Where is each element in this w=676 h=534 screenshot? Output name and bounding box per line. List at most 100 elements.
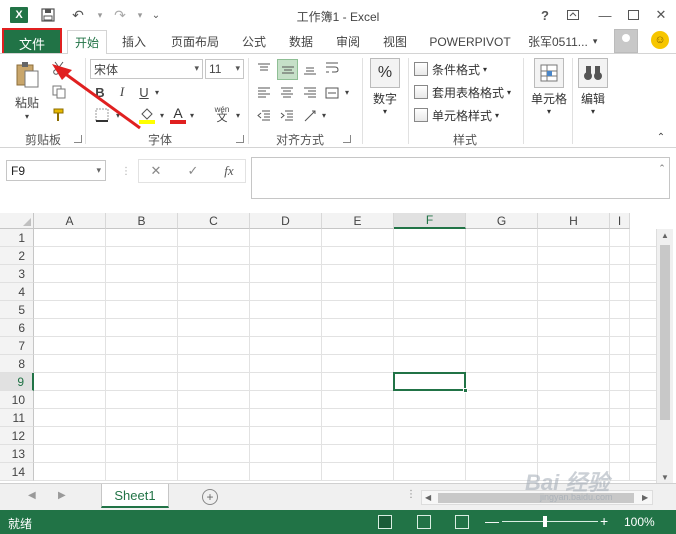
insert-function-icon[interactable]: fx [218,161,240,181]
sheet-nav-next-icon[interactable]: ▶ [58,490,66,501]
fill-color-icon[interactable] [137,105,157,125]
increase-indent-icon[interactable] [277,106,297,126]
column-header-h[interactable]: H [538,213,610,229]
zoom-slider[interactable] [502,521,598,522]
ribbon-display-options-button[interactable] [562,5,584,25]
italic-button[interactable]: I [114,83,130,101]
paste-button-label[interactable]: 粘贴 [8,94,46,110]
column-header-c[interactable]: C [178,213,250,229]
formula-bar-grip[interactable]: ⋮ [121,163,131,179]
row-header-1[interactable]: 1 [0,229,34,247]
phonetic-guide-button[interactable]: wén 文 [210,103,234,125]
bold-button[interactable]: B [92,83,108,101]
tab-data[interactable]: 数据 [281,30,321,53]
fill-color-dropdown-icon[interactable]: ▾ [158,108,166,122]
zoom-slider-thumb[interactable] [543,516,547,527]
minimize-button[interactable]: — [594,5,616,25]
worksheet-grid[interactable]: ABCDEFGHI 1 2 3 4 5 6 7 8 9 10 11 12 13 14 ▲ ▼ [0,213,676,483]
row-header-12[interactable]: 12 [0,427,34,445]
tab-insert[interactable]: 插入 [114,30,154,53]
cells-button[interactable]: 单元格 ▾ [528,58,570,116]
active-cell[interactable] [393,372,466,391]
row-header-3[interactable]: 3 [0,265,34,283]
column-header-e[interactable]: E [322,213,394,229]
align-right-icon[interactable] [300,83,320,103]
page-break-preview-icon[interactable] [455,515,469,529]
editing-button[interactable]: 编辑 ▾ [576,58,610,116]
zoom-level[interactable]: 100% [624,515,655,529]
name-box[interactable]: F9 ▾ [6,160,106,181]
paste-icon[interactable] [12,60,42,90]
scroll-right-icon[interactable]: ▶ [642,493,648,502]
orientation-dropdown-icon[interactable]: ▾ [320,108,328,122]
collapse-ribbon-icon[interactable]: ⌃ [654,130,668,144]
paste-dropdown-icon[interactable]: ▾ [19,111,35,121]
orientation-icon[interactable] [300,106,320,126]
zoom-in-button[interactable]: + [600,513,608,529]
row-header-6[interactable]: 6 [0,319,34,337]
format-as-table-button[interactable]: 套用表格格式 ▾ [414,82,511,102]
fill-handle[interactable] [463,388,468,393]
vertical-scrollbar[interactable]: ▲ ▼ [656,229,673,483]
copy-icon[interactable] [50,83,68,101]
page-layout-view-icon[interactable] [417,515,431,529]
row-header-13[interactable]: 13 [0,445,34,463]
row-header-2[interactable]: 2 [0,247,34,265]
cut-icon[interactable] [50,59,68,77]
middle-align-icon[interactable] [277,59,298,80]
border-dropdown-icon[interactable]: ▾ [114,108,122,122]
phonetic-dropdown-icon[interactable]: ▾ [234,108,242,122]
format-painter-icon[interactable] [50,106,68,124]
font-color-button[interactable]: A [170,105,186,125]
number-format-button[interactable]: % 数字 ▾ [369,58,401,116]
decrease-indent-icon[interactable] [254,106,274,126]
merge-center-icon[interactable] [322,83,342,103]
align-center-icon[interactable] [277,83,297,103]
formula-input[interactable] [251,157,670,199]
font-launcher-icon[interactable] [236,135,244,143]
account-menu[interactable]: 张军0511... ▾ [528,30,597,53]
row-header-5[interactable]: 5 [0,301,34,319]
font-size-select[interactable]: 11 ▾ [205,59,244,79]
select-all-corner[interactable] [0,213,34,229]
bottom-align-icon[interactable] [300,59,320,79]
sheet-nav-prev-icon[interactable]: ◀ [28,490,36,501]
row-header-10[interactable]: 10 [0,391,34,409]
border-icon[interactable] [92,106,112,124]
maximize-button[interactable] [622,5,644,25]
scroll-up-icon[interactable]: ▲ [661,231,669,240]
conditional-formatting-button[interactable]: 条件格式 ▾ [414,59,487,79]
column-header-i[interactable]: I [610,213,630,229]
column-header-b[interactable]: B [106,213,178,229]
help-button[interactable]: ? [534,5,556,25]
row-header-14[interactable]: 14 [0,463,34,481]
zoom-out-button[interactable]: — [485,513,499,529]
row-header-7[interactable]: 7 [0,337,34,355]
column-header-d[interactable]: D [250,213,322,229]
row-header-8[interactable]: 8 [0,355,34,373]
column-header-f[interactable]: F [394,213,466,229]
normal-view-icon[interactable] [378,515,392,529]
alignment-launcher-icon[interactable] [343,135,351,143]
row-header-11[interactable]: 11 [0,409,34,427]
wrap-text-icon[interactable] [322,58,342,78]
add-sheet-icon[interactable]: + [202,489,218,505]
scroll-left-icon[interactable]: ◀ [425,493,431,502]
tab-review[interactable]: 审阅 [328,30,368,53]
close-button[interactable]: ✕ [650,5,672,25]
tab-powerpivot[interactable]: POWERPIVOT [424,30,516,53]
scroll-down-icon[interactable]: ▼ [661,473,669,482]
row-header-4[interactable]: 4 [0,283,34,301]
tab-home[interactable]: 开始 [67,30,107,54]
feedback-smiley-icon[interactable]: ☺ [651,31,669,49]
enter-icon[interactable]: ✓ [182,161,204,181]
tab-formulas[interactable]: 公式 [234,30,274,53]
formula-bar-collapse-icon[interactable]: ⌃ [656,163,668,173]
clipboard-launcher-icon[interactable] [74,135,82,143]
font-name-select[interactable]: 宋体 ▾ [90,59,203,79]
merge-dropdown-icon[interactable]: ▾ [343,85,351,99]
underline-dropdown-icon[interactable]: ▾ [153,85,161,99]
avatar[interactable] [614,29,638,53]
vertical-scroll-thumb[interactable] [660,245,670,420]
tab-split-handle[interactable]: ⋮ [406,489,416,500]
